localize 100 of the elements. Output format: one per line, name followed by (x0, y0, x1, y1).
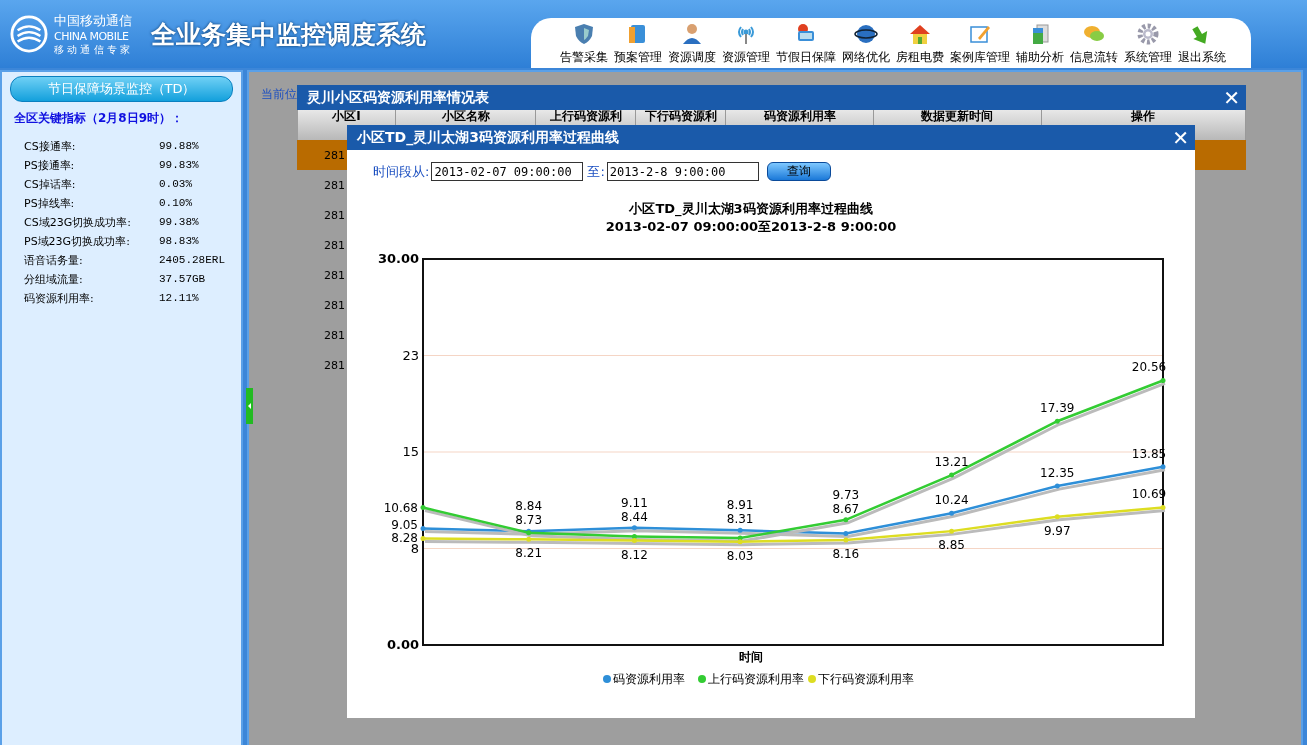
data-point (949, 472, 955, 478)
metric-label: PS掉线率: (24, 196, 76, 212)
table-cell: 281 (324, 298, 345, 312)
metric-label: CS域23G切换成功率: (24, 215, 132, 231)
data-point (420, 526, 426, 532)
column-header: 数据更新时间 (921, 110, 994, 123)
field-label: 至: (587, 162, 605, 181)
nav-button[interactable]: 房租电费 (893, 22, 947, 68)
data-point (1054, 514, 1060, 520)
y-tick-label: 15 (402, 444, 419, 459)
dialog-title: 灵川小区码资源利用率情况表 (307, 88, 489, 107)
data-label: 10.68 (383, 500, 418, 515)
column-header: 下行码资源利 (644, 110, 717, 123)
breadcrumb: 当前位 (261, 86, 297, 103)
data-label: 9.73 (832, 487, 860, 502)
data-point (1160, 464, 1166, 470)
column-header: 小区I (332, 110, 361, 123)
data-point (1160, 504, 1166, 510)
data-point (420, 535, 426, 541)
start-time-field[interactable]: 2013-02-07 09:00:00 (431, 162, 584, 181)
x-axis-label: 时间 (739, 650, 763, 664)
legend-label: 码资源利用率 (613, 672, 685, 686)
chart-title: 2013-02-07 09:00:00至2013-2-8 9:00:00 (605, 219, 897, 234)
data-label: 8.67 (832, 501, 860, 516)
nav-button[interactable]: 预案管理 (611, 22, 665, 68)
system-title: 全业务集中监控调度系统 (150, 18, 427, 51)
dialog-title: 小区TD_灵川太湖3码资源利用率过程曲线 (357, 128, 619, 147)
legend-label: 下行码资源利用率 (818, 672, 914, 686)
query-button[interactable]: 查询 (766, 162, 831, 181)
y-tick-label: 23 (402, 347, 419, 363)
nav-button[interactable]: 辅助分析 (1013, 22, 1067, 68)
metric-label: CS掉话率: (24, 177, 77, 193)
data-label: 8.31 (726, 512, 754, 527)
data-label: 13.21 (934, 455, 969, 470)
data-label: 8.85 (938, 538, 965, 553)
data-label: 9.97 (1043, 523, 1071, 538)
table-cell: 281 (324, 328, 345, 342)
data-label: 8.73 (515, 512, 543, 527)
logo-icon (10, 15, 48, 53)
metric-value: 37.57GB (159, 272, 207, 287)
logo-text: CHINA MOBILE (54, 29, 130, 43)
data-label: 8.12 (621, 547, 648, 562)
y-tick-label: 0.00 (386, 637, 419, 652)
data-label: 8.03 (726, 548, 754, 563)
metric-value: 0.03% (159, 177, 193, 192)
nav-button[interactable]: 案例库管理 (947, 22, 1013, 68)
data-label: 12.35 (1040, 466, 1075, 481)
metric-label: 码资源利用率: (24, 291, 95, 307)
data-point (1054, 483, 1060, 489)
nav-button[interactable]: 告警采集 (557, 22, 611, 68)
data-label: 8.16 (832, 547, 860, 561)
nav-button[interactable]: 退出系统 (1175, 22, 1229, 68)
data-label: 8.91 (726, 498, 754, 513)
table-cell: 281 (324, 268, 345, 282)
data-point (1054, 418, 1060, 424)
shield-icon (572, 22, 596, 46)
data-point (1160, 377, 1166, 383)
metric-value: 99.88% (159, 139, 200, 154)
metric-label: 分组域流量: (24, 272, 84, 288)
house-icon (908, 22, 932, 46)
data-label: 9.11 (621, 495, 648, 510)
column-header: 小区名称 (441, 110, 490, 123)
nav-button[interactable]: 节假日保障 (773, 22, 839, 68)
data-point (737, 527, 743, 533)
data-label: 10.24 (934, 493, 969, 508)
data-point (631, 525, 637, 531)
data-label: 9.05 (391, 518, 418, 533)
section-heading: 全区关键指标（2月8日9时）： (13, 110, 185, 127)
nav-button[interactable]: 信息流转 (1067, 22, 1121, 68)
field-label: 时间段从: (373, 162, 430, 181)
metric-value: 12.11% (159, 291, 200, 306)
chart-title: 小区TD_灵川太湖3码资源利用率过程曲线 (629, 201, 873, 216)
metric-label: 语音话务量: (24, 253, 84, 269)
nav-button[interactable]: 资源调度 (665, 22, 719, 68)
person-icon (680, 22, 704, 46)
metric-value: 99.38% (159, 215, 200, 230)
nav-button[interactable]: 资源管理 (719, 22, 773, 68)
metric-value: 0.10% (159, 196, 193, 211)
column-header: 码资源利用率 (763, 110, 836, 123)
table-cell: 281 (324, 148, 345, 162)
data-point (843, 517, 849, 523)
logo-slogan: 移 动 通 信 专 家 (54, 42, 131, 57)
data-point (949, 528, 955, 534)
metric-label: CS接通率: (24, 139, 77, 155)
data-label: 8.44 (621, 509, 648, 524)
nav-button[interactable]: 网络优化 (839, 22, 893, 68)
metric-label: PS接通率: (24, 158, 76, 174)
metric-value: 2405.28ERL (159, 253, 226, 268)
data-label: 8.84 (515, 498, 543, 513)
close-button[interactable]: ✕ (1223, 87, 1240, 108)
y-tick-label: 30.00 (377, 251, 419, 266)
close-button[interactable]: ✕ (1172, 127, 1189, 148)
data-point (949, 510, 955, 516)
column-header: 上行码资源利 (549, 110, 622, 123)
globe-icon (854, 22, 878, 46)
nav-button[interactable]: 系统管理 (1121, 22, 1175, 68)
end-time-field[interactable]: 2013-2-8 9:00:00 (606, 162, 759, 181)
gear-icon (1136, 22, 1160, 46)
data-label: 17.39 (1040, 401, 1075, 416)
legend-label: 上行码资源利用率 (708, 672, 804, 686)
